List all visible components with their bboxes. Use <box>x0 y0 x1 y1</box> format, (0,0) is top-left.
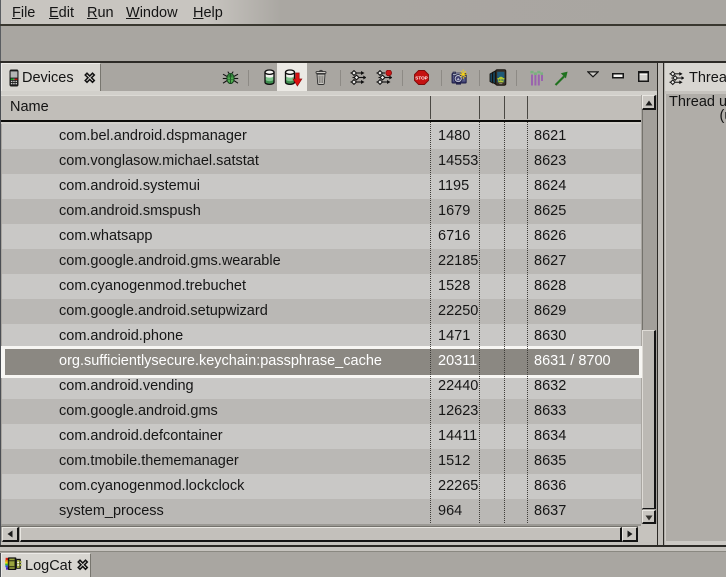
svg-text:STOP: STOP <box>415 75 427 80</box>
